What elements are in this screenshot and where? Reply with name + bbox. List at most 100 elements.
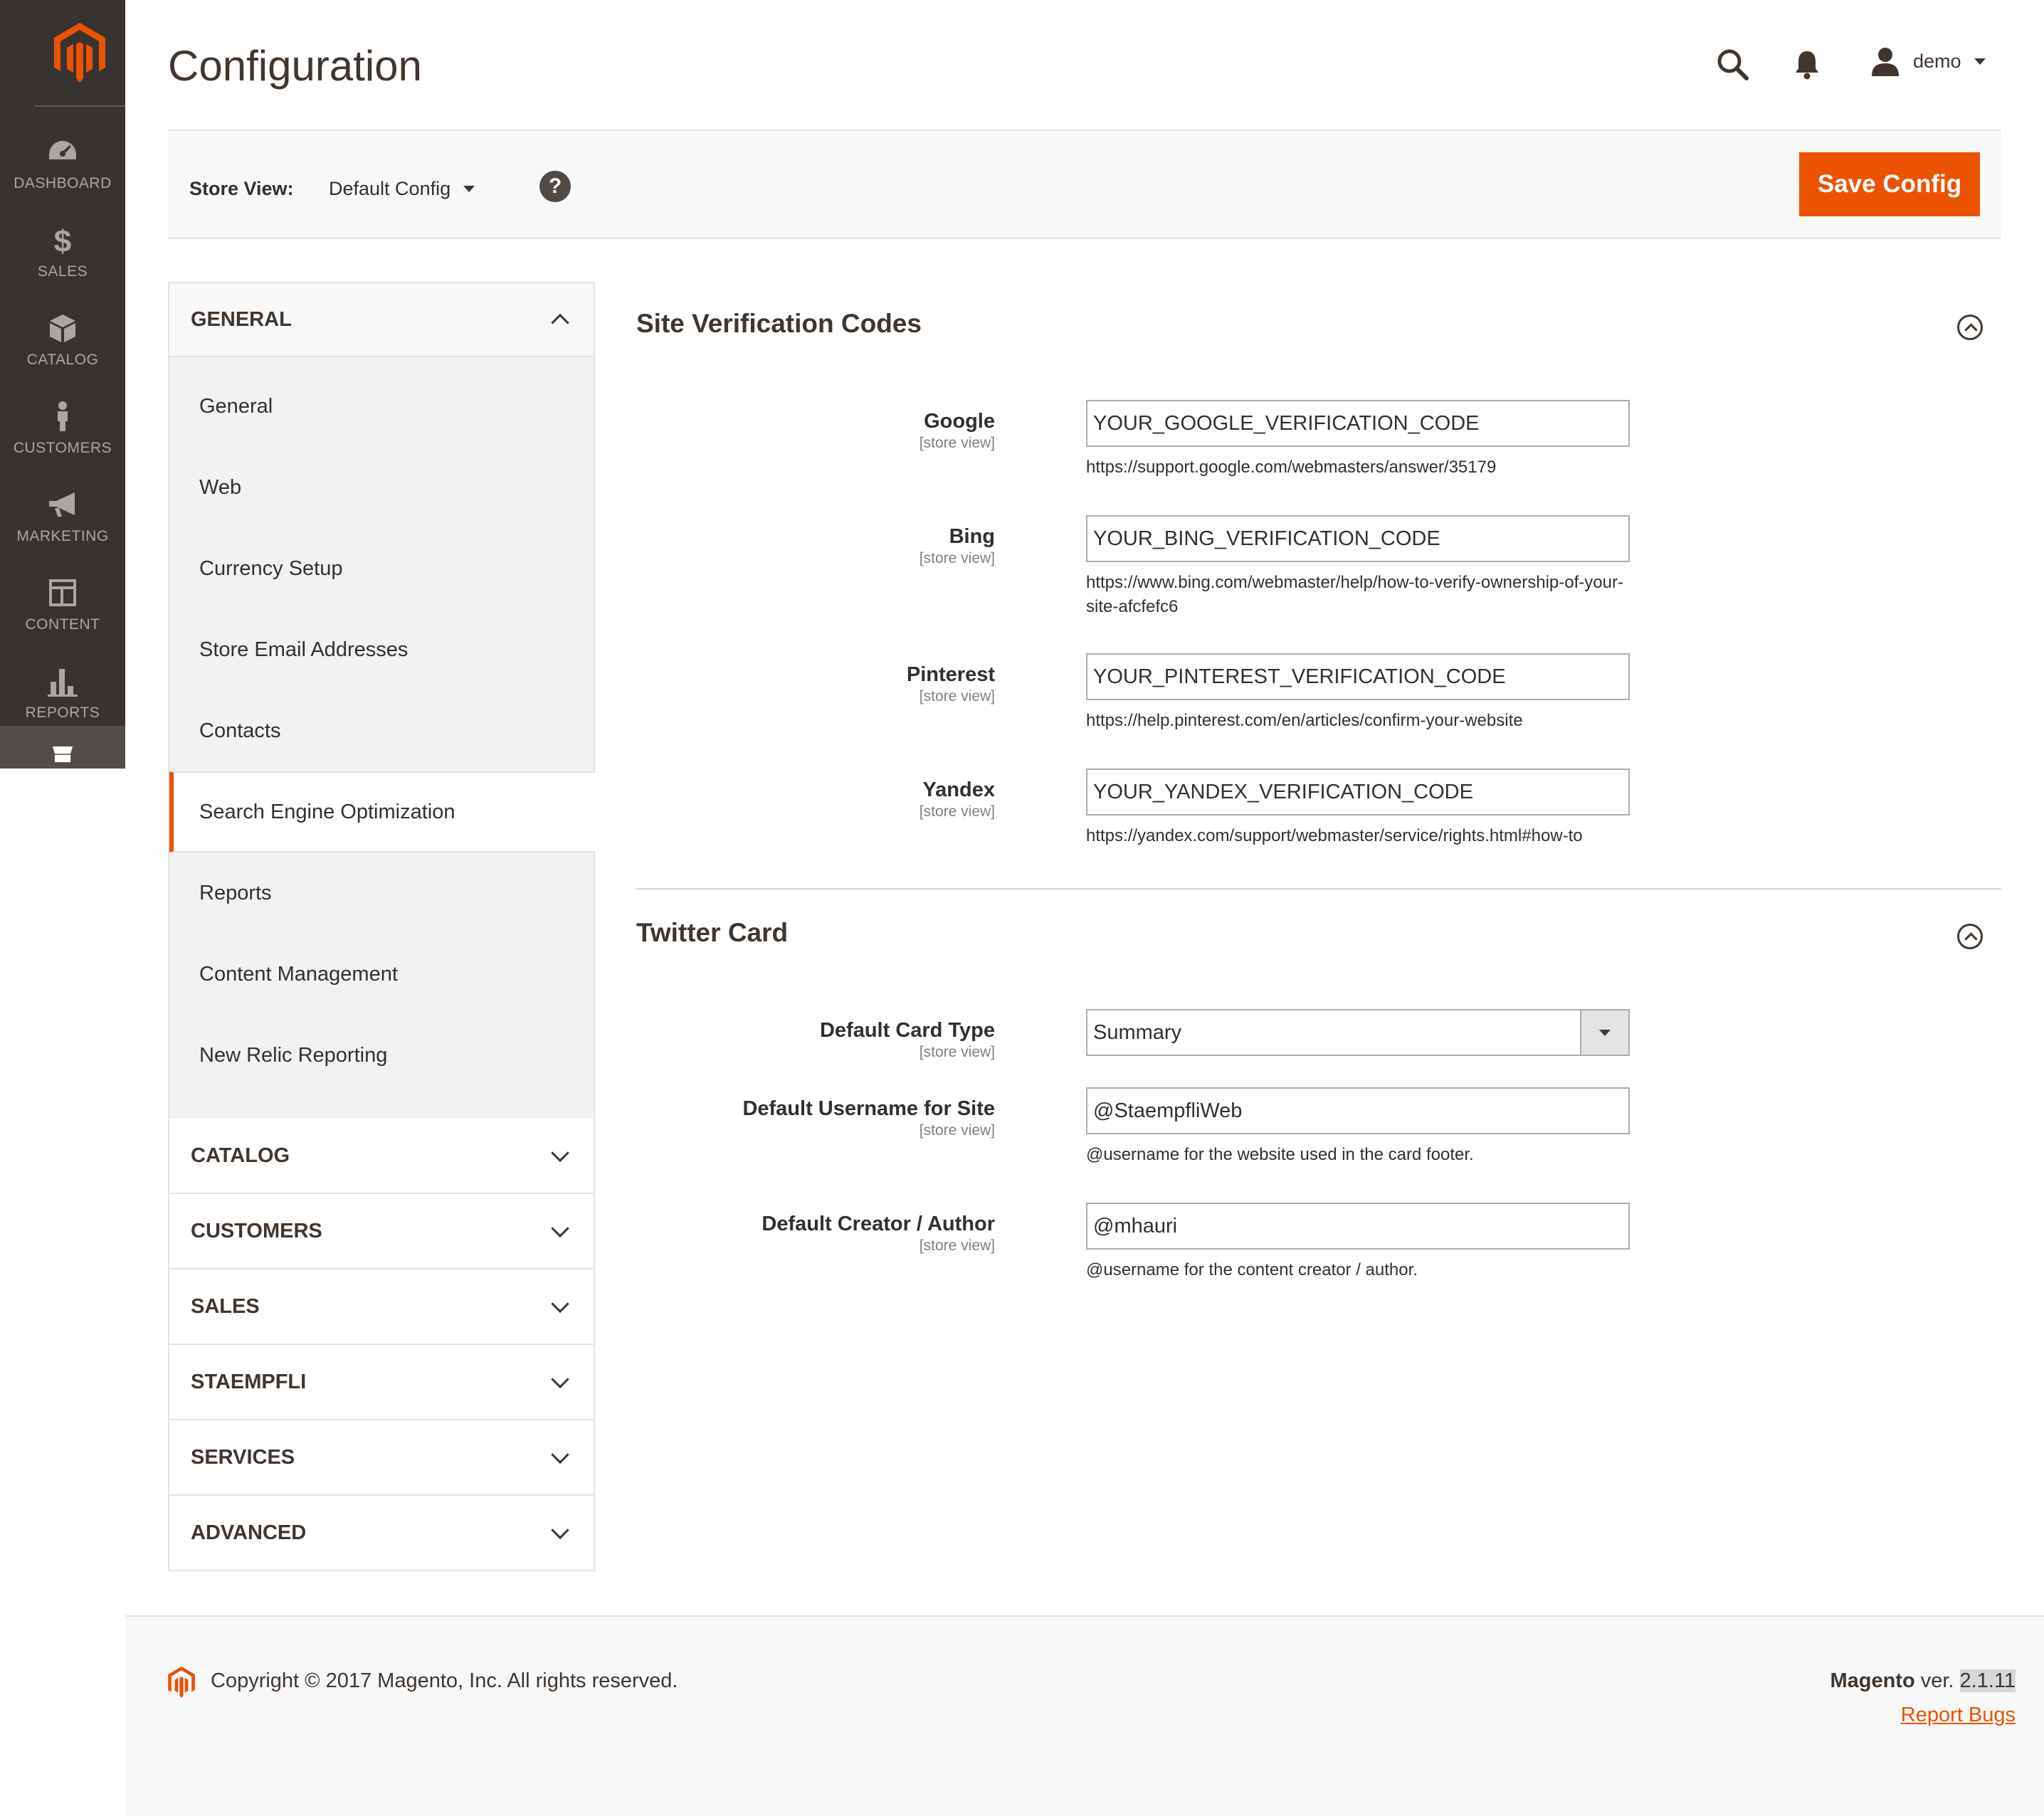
bing-verification-input[interactable]: YOUR_BING_VERIFICATION_CODE — [1086, 515, 1630, 562]
chevron-down-icon — [551, 1521, 569, 1540]
tab-staempfli[interactable]: STAEMPFLI — [168, 1345, 595, 1420]
tab-item-currency-setup[interactable]: Currency Setup — [169, 528, 594, 609]
search-icon[interactable] — [1715, 47, 1749, 81]
select-toggle[interactable] — [1580, 1010, 1628, 1055]
field-label: Default Username for Site [store view] — [742, 1097, 995, 1139]
google-verification-input[interactable]: YOUR_GOOGLE_VERIFICATION_CODE — [1086, 400, 1630, 447]
field-label-text: Default Card Type — [819, 1019, 995, 1042]
tab-customers[interactable]: CUSTOMERS — [168, 1194, 595, 1269]
rail-item-reports[interactable]: REPORTS — [0, 649, 125, 737]
tab-title: CATALOG — [191, 1144, 290, 1167]
version-label: ver. — [1914, 1669, 1960, 1692]
bar-chart-icon — [48, 669, 78, 697]
default-username-input[interactable]: @StaempfliWeb — [1086, 1087, 1630, 1134]
person-icon — [58, 401, 68, 431]
rail-label: DASHBOARD — [14, 175, 112, 191]
store-icon — [52, 746, 73, 763]
store-view-value: Default Config — [329, 178, 451, 199]
version-number: 2.1.11 — [1959, 1669, 2016, 1692]
tab-item-content-management[interactable]: Content Management — [169, 934, 594, 1015]
field-scope: [store view] — [919, 1044, 995, 1060]
tab-item-search-engine-optimization[interactable]: Search Engine Optimization — [169, 771, 595, 852]
field-note: https://support.google.com/webmasters/an… — [1086, 458, 1497, 477]
field-label-text: Bing — [949, 525, 995, 548]
tab-title: SERVICES — [191, 1445, 295, 1469]
field-scope: [store view] — [919, 1237, 995, 1254]
dollar-icon: $ — [54, 224, 71, 256]
field-scope: [store view] — [919, 435, 995, 451]
field-label: Yandex [store view] — [920, 778, 995, 820]
tab-title: GENERAL — [191, 307, 292, 331]
rail-item-dashboard[interactable]: DASHBOARD — [0, 120, 125, 208]
rail-label: MARKETING — [16, 528, 109, 544]
tab-sales[interactable]: SALES — [168, 1269, 595, 1345]
tab-item-reports[interactable]: Reports — [169, 852, 594, 934]
rail-item-marketing[interactable]: MARKETING — [0, 473, 125, 561]
field-label-text: Google — [924, 410, 995, 433]
rail-label: CUSTOMERS — [13, 440, 112, 456]
field-scope: [store view] — [919, 688, 995, 704]
tab-title: STAEMPFLI — [191, 1370, 307, 1393]
bell-icon[interactable] — [1793, 48, 1821, 80]
cube-icon — [50, 315, 75, 342]
rail-label: REPORTS — [25, 704, 100, 721]
tab-general[interactable]: GENERAL — [168, 282, 595, 357]
rail-item-sales[interactable]: $ SALES — [0, 208, 125, 296]
tab-catalog[interactable]: CATALOG — [168, 1119, 595, 1194]
tab-item-contacts[interactable]: Contacts — [169, 690, 594, 771]
magento-logo-icon — [168, 1667, 195, 1698]
section-divider — [636, 888, 2001, 889]
rail-item-catalog[interactable]: CATALOG — [0, 296, 125, 384]
store-view-bar: Store View: Default Config ? Save Config — [168, 130, 2001, 239]
config-tabs: GENERAL General Web Currency Setup Store… — [168, 282, 595, 1571]
report-bugs-link[interactable]: Report Bugs — [1901, 1704, 2016, 1727]
tab-general-items: General Web Currency Setup Store Email A… — [168, 357, 595, 1119]
collapse-icon[interactable] — [1957, 924, 1983, 949]
admin-sidebar: DASHBOARD $ SALES CATALOG CUSTOMERS MARK… — [0, 0, 125, 769]
chevron-up-icon — [551, 313, 569, 332]
chevron-down-icon — [551, 1370, 569, 1389]
tab-item-general[interactable]: General — [169, 366, 594, 447]
rail-item-content[interactable]: CONTENT — [0, 561, 125, 649]
rail-item-stores[interactable] — [0, 726, 125, 769]
chevron-down-icon — [463, 186, 475, 192]
store-view-switcher[interactable]: Default Config — [329, 178, 475, 200]
chevron-down-icon — [551, 1144, 569, 1163]
magento-logo-icon — [54, 23, 105, 83]
chevron-down-icon — [1974, 58, 1986, 65]
collapse-icon[interactable] — [1957, 315, 1983, 340]
field-scope: [store view] — [919, 1122, 995, 1139]
yandex-verification-input[interactable]: YOUR_YANDEX_VERIFICATION_CODE — [1086, 769, 1630, 815]
field-label: Default Card Type [store view] — [820, 1019, 995, 1061]
tab-services[interactable]: SERVICES — [168, 1420, 595, 1496]
tab-item-new-relic-reporting[interactable]: New Relic Reporting — [169, 1015, 594, 1096]
tab-item-web[interactable]: Web — [169, 447, 594, 528]
section-title-twitter-card[interactable]: Twitter Card — [636, 918, 788, 948]
field-label-text: Default Username for Site — [742, 1097, 995, 1120]
svg-text:$: $ — [54, 224, 71, 256]
rail-item-customers[interactable]: CUSTOMERS — [0, 384, 125, 473]
tab-item-store-email-addresses[interactable]: Store Email Addresses — [169, 609, 594, 690]
section-title-site-verification[interactable]: Site Verification Codes — [636, 309, 922, 339]
field-scope: [store view] — [919, 803, 995, 820]
rail-label: CONTENT — [25, 616, 100, 633]
default-creator-input[interactable]: @mhauri — [1086, 1203, 1630, 1250]
tab-title: ADVANCED — [191, 1521, 307, 1544]
pinterest-verification-input[interactable]: YOUR_PINTEREST_VERIFICATION_CODE — [1086, 653, 1630, 700]
tab-title: SALES — [191, 1294, 260, 1318]
user-menu[interactable]: demo — [1870, 46, 1986, 77]
field-note: https://help.pinterest.com/en/articles/c… — [1086, 711, 1523, 730]
user-icon — [1872, 48, 1899, 76]
default-card-type-select[interactable]: Summary — [1086, 1009, 1630, 1056]
dashboard-icon — [49, 141, 76, 159]
save-config-button[interactable]: Save Config — [1799, 152, 1980, 216]
field-note: @username for the website used in the ca… — [1086, 1145, 1474, 1164]
help-icon[interactable]: ? — [539, 171, 571, 202]
field-scope: [store view] — [919, 550, 995, 566]
magento-logo[interactable] — [34, 0, 125, 107]
chevron-down-icon — [551, 1294, 569, 1314]
field-label: Default Creator / Author [store view] — [762, 1213, 995, 1255]
version-info: Magento ver. 2.1.11 — [1830, 1669, 2016, 1693]
tab-advanced[interactable]: ADVANCED — [168, 1496, 595, 1571]
field-label: Pinterest [store view] — [907, 663, 995, 705]
